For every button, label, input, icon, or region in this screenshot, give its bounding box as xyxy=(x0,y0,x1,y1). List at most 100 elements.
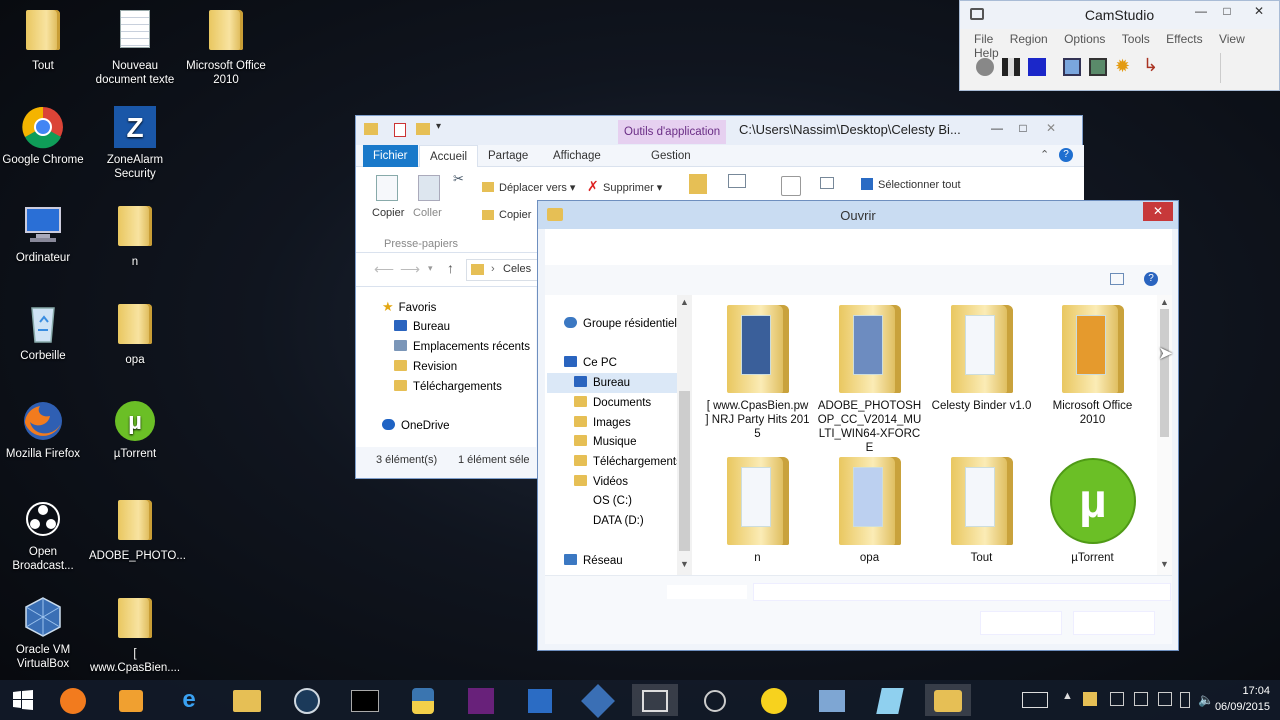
scroll-down-icon[interactable]: ▼ xyxy=(680,559,689,569)
properties-icon[interactable] xyxy=(781,176,801,196)
paste-button[interactable]: Coller xyxy=(413,207,442,219)
menu-tools[interactable]: Tools xyxy=(1122,32,1150,46)
tab-share[interactable]: Partage xyxy=(478,145,538,167)
battery-icon[interactable] xyxy=(1180,692,1190,708)
desktop-icon-firefox[interactable]: Mozilla Firefox xyxy=(0,398,89,461)
nav-item-desktop[interactable]: Bureau xyxy=(394,317,450,337)
nav-item-drive-d[interactable]: DATA (D:) xyxy=(574,511,644,531)
annotation-icon[interactable] xyxy=(1063,58,1081,76)
show-hidden-icons-icon[interactable]: ▲ xyxy=(1062,690,1073,702)
desktop-icon-tout[interactable]: Tout xyxy=(0,6,89,73)
desktop-icon-recycle-bin[interactable]: Corbeille xyxy=(0,300,89,363)
nav-item-drive-c[interactable]: OS (C:) xyxy=(574,491,632,511)
cancel-button[interactable] xyxy=(1073,611,1155,635)
nav-homegroup[interactable]: Groupe résidentiel xyxy=(564,314,677,334)
copy-button[interactable]: Copier xyxy=(372,207,404,219)
clock-time[interactable]: 17:04 xyxy=(1210,685,1270,697)
nav-this-pc[interactable]: Ce PC xyxy=(564,353,617,373)
file-item-n[interactable]: n xyxy=(705,457,810,565)
menu-options[interactable]: Options xyxy=(1064,32,1105,46)
file-item-opa[interactable]: opa xyxy=(817,457,922,565)
quick-access-dropdown-icon[interactable]: ▾ xyxy=(436,121,441,132)
file-item-adobe-photoshop[interactable]: ADOBE_PHOTOSHOP_CC_V2014_MULTI_WIN64-XFO… xyxy=(817,305,922,455)
file-list-scrollbar[interactable]: ▲ ▼ xyxy=(1157,295,1172,575)
taskbar-internet-explorer[interactable]: e xyxy=(166,684,212,716)
file-item-office[interactable]: Microsoft Office 2010 xyxy=(1040,305,1145,427)
close-button[interactable]: ✕ xyxy=(1246,1,1272,23)
nav-scrollbar[interactable]: ▲ ▼ xyxy=(677,295,692,575)
network-icon[interactable] xyxy=(1158,692,1172,706)
new-folder-icon[interactable] xyxy=(689,174,707,194)
desktop-icon-cpasbien[interactable]: [ www.CpasBien.... xyxy=(89,594,181,675)
taskbar-notepad[interactable] xyxy=(867,684,913,716)
taskbar-file-explorer[interactable] xyxy=(224,684,270,716)
nav-item-music[interactable]: Musique xyxy=(574,432,636,452)
keyboard-icon[interactable] xyxy=(1022,692,1048,708)
minimize-button[interactable]: — xyxy=(1188,1,1214,23)
nav-item-downloads[interactable]: Téléchargements xyxy=(394,377,502,397)
tray-app-icon[interactable] xyxy=(1083,692,1097,706)
breadcrumb[interactable]: Celes xyxy=(503,263,531,275)
tab-home[interactable]: Accueil xyxy=(419,145,479,167)
taskbar-control-panel[interactable] xyxy=(809,684,855,716)
properties-icon[interactable] xyxy=(394,123,406,137)
desktop-icon-chrome[interactable]: Google Chrome xyxy=(0,104,89,167)
nav-onedrive[interactable]: OneDrive xyxy=(382,416,450,436)
nav-item-pictures[interactable]: Images xyxy=(574,413,631,433)
new-folder-icon[interactable] xyxy=(416,123,430,135)
copy-icon[interactable] xyxy=(376,175,398,201)
record-icon[interactable] xyxy=(976,58,994,76)
tab-file[interactable]: Fichier xyxy=(363,145,418,167)
desktop-icon-virtualbox[interactable]: Oracle VM VirtualBox xyxy=(0,594,89,671)
close-button[interactable]: ✕ xyxy=(1038,118,1064,140)
paste-icon[interactable] xyxy=(418,175,440,201)
taskbar-celesty[interactable] xyxy=(925,684,971,716)
taskbar-media-player[interactable] xyxy=(108,684,154,716)
forward-icon[interactable]: ⟶ xyxy=(400,261,420,278)
help-icon[interactable]: ? xyxy=(1059,148,1073,162)
file-item-celesty-binder[interactable]: Celesty Binder v1.0 xyxy=(929,305,1034,413)
menu-file[interactable]: File xyxy=(974,32,993,46)
desktop-icon-obs[interactable]: Open Broadcast... xyxy=(0,496,89,573)
nav-item-recent[interactable]: Emplacements récents xyxy=(394,337,530,357)
file-item-tout[interactable]: Tout xyxy=(929,457,1034,565)
menu-region[interactable]: Region xyxy=(1010,32,1048,46)
scroll-up-icon[interactable]: ▲ xyxy=(680,297,689,307)
desktop-icon-office[interactable]: Microsoft Office 2010 xyxy=(180,6,272,87)
taskbar-cmd[interactable] xyxy=(342,684,388,716)
context-tab-app-tools[interactable]: Outils d'application xyxy=(618,120,727,144)
open-icon[interactable] xyxy=(820,177,834,189)
cut-icon[interactable]: ✂ xyxy=(453,171,464,187)
clock-date[interactable]: 06/09/2015 xyxy=(1210,701,1270,713)
tray-icon[interactable] xyxy=(1134,692,1148,706)
nav-favorites[interactable]: ★ Favoris xyxy=(382,297,436,317)
up-icon[interactable]: ↑ xyxy=(447,260,454,276)
start-button[interactable] xyxy=(0,684,46,716)
desktop-icon-text-document[interactable]: Nouveau document texte xyxy=(89,6,181,87)
desktop-icon-computer[interactable]: Ordinateur xyxy=(0,202,89,265)
tray-icon[interactable] xyxy=(1110,692,1124,706)
desktop-icon-n[interactable]: n xyxy=(89,202,181,269)
filename-input[interactable] xyxy=(753,583,1171,601)
easy-access-icon[interactable] xyxy=(728,174,746,188)
maximize-button[interactable]: □ xyxy=(1214,1,1240,23)
menu-effects[interactable]: Effects xyxy=(1166,32,1202,46)
scroll-down-icon[interactable]: ▼ xyxy=(1160,559,1169,569)
collapse-ribbon-icon[interactable]: ⌃ xyxy=(1040,148,1049,161)
desktop-icon-zonealarm[interactable]: Z ZoneAlarm Security xyxy=(89,104,181,181)
menu-view[interactable]: View xyxy=(1219,32,1245,46)
minimize-button[interactable]: — xyxy=(984,118,1010,140)
taskbar-camstudio[interactable] xyxy=(632,684,678,716)
nav-item-revision[interactable]: Revision xyxy=(394,357,457,377)
back-icon[interactable]: ⟵ xyxy=(374,261,394,278)
select-all-button[interactable]: Sélectionner tout xyxy=(878,179,961,191)
recent-locations-icon[interactable]: ▾ xyxy=(428,263,433,274)
scrollbar-thumb[interactable] xyxy=(679,391,690,551)
delete-button[interactable]: Supprimer ▾ xyxy=(603,181,662,194)
tab-manage[interactable]: Gestion xyxy=(641,145,701,167)
pause-icon[interactable] xyxy=(1002,58,1020,76)
close-button[interactable]: ✕ xyxy=(1143,202,1173,221)
cursor-icon[interactable]: ↳ xyxy=(1143,56,1158,74)
move-to-button[interactable]: Déplacer vers ▾ xyxy=(499,181,575,194)
nav-item-documents[interactable]: Documents xyxy=(574,393,651,413)
